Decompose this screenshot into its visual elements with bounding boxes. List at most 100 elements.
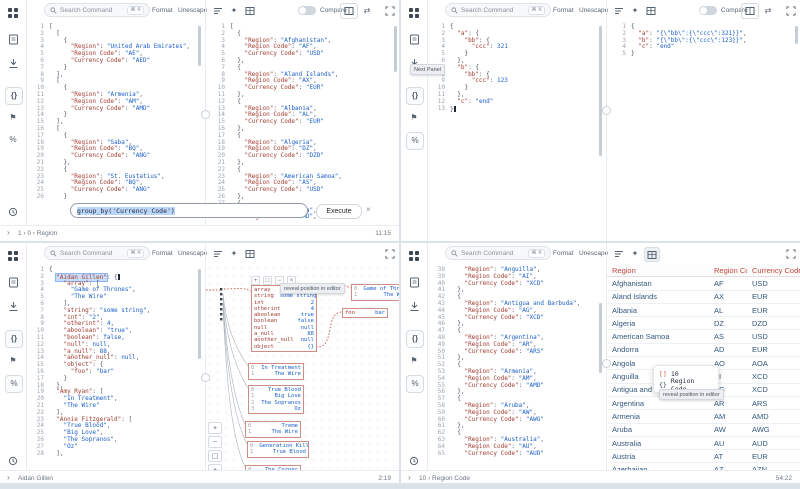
breadcrumb[interactable]: Aidan Gillen — [18, 475, 53, 482]
pane-resize-handle[interactable] — [201, 373, 210, 382]
swap-panes-icon[interactable]: ⇄ — [360, 4, 374, 17]
sparkles-icon[interactable]: ✦ — [227, 247, 241, 260]
document-icon[interactable] — [406, 274, 422, 290]
editor-left[interactable]: 1[2 [3 {4 "Region": "United Arab Emirate… — [27, 21, 197, 202]
table-row[interactable]: Algeria DZ DZD — [607, 317, 800, 331]
fullscreen-icon[interactable] — [784, 4, 798, 17]
sort-icon[interactable] — [211, 247, 225, 260]
menu-format[interactable]: Format — [553, 250, 574, 257]
code-line[interactable]: 65 "Currency Code": "AUD" — [431, 450, 598, 458]
sparkles-icon[interactable]: ✦ — [227, 4, 241, 17]
search-command-box[interactable]: Search Command ⌘ K — [44, 246, 150, 260]
scrollbar-thumb[interactable] — [599, 26, 602, 156]
flag-icon[interactable]: ⚑ — [5, 110, 21, 126]
menu-unescape[interactable]: Unescape — [178, 7, 207, 14]
zoom-out-button[interactable]: − — [208, 436, 222, 448]
scrollbar-thumb[interactable] — [198, 26, 201, 66]
compare-toggle[interactable] — [298, 6, 316, 15]
document-icon[interactable] — [5, 274, 21, 290]
execute-button[interactable]: Execute — [316, 204, 362, 219]
breadcrumb-chevron-icon[interactable]: › — [7, 228, 10, 237]
table-row[interactable]: Afghanistan AF USD — [607, 277, 800, 291]
pane-resize-handle[interactable] — [602, 106, 611, 115]
percent-icon[interactable]: % — [5, 132, 21, 148]
breadcrumb[interactable]: 10 › Region Code — [419, 475, 470, 482]
menu-format[interactable]: Format — [152, 250, 173, 257]
search-command-box[interactable]: Search Command ⌘ K — [445, 3, 551, 17]
braces-icon[interactable]: {} — [406, 87, 424, 105]
import-icon[interactable] — [5, 298, 21, 314]
table-view-icon[interactable] — [243, 247, 257, 260]
jq-command-input[interactable]: group_by('Currency Code') — [70, 203, 308, 218]
editor-left[interactable]: 1{2 "a": {3 "bb": {4 "ccc": 3215 }6 },7 … — [428, 21, 598, 236]
history-clock-icon[interactable] — [5, 204, 21, 220]
menu-unescape[interactable]: Unescape — [178, 250, 207, 257]
breadcrumb[interactable]: 1 › 0 › Region — [18, 230, 57, 237]
split-columns-button[interactable] — [741, 3, 759, 19]
code-line[interactable]: 5} — [612, 50, 793, 58]
menu-format[interactable]: Format — [553, 7, 574, 14]
graph-node-aidan-gillen[interactable]: array string some string int 2 otherint 4 abool… — [251, 285, 317, 352]
graph-node-alexander[interactable]: 0 Generation Kill 1 True Blood — [247, 441, 309, 458]
code-line[interactable]: 1{ — [30, 266, 197, 274]
table-row[interactable]: Australia AU AUD — [607, 437, 800, 451]
flag-icon[interactable]: ⚑ — [406, 353, 422, 369]
braces-icon[interactable]: {} — [5, 330, 23, 348]
pane-resize-handle[interactable] — [602, 359, 611, 368]
table-row[interactable]: Albania AL EUR — [607, 304, 800, 318]
code-line[interactable]: 13} — [431, 105, 598, 112]
import-icon[interactable] — [5, 55, 21, 71]
graph-node-annie-fitzgerald[interactable]: 0 True Blood 1 Big Love 2 The Sopranos 3 Oz — [248, 385, 304, 415]
search-command-box[interactable]: Search Command ⌘ K — [44, 3, 150, 17]
close-command-icon[interactable]: × — [366, 205, 371, 214]
breadcrumb-chevron-icon[interactable]: › — [408, 473, 411, 482]
fullscreen-icon[interactable] — [383, 4, 397, 17]
graph-node-anwan-glover[interactable]: 0 Treme 1 The Wire — [245, 421, 301, 438]
document-icon[interactable] — [406, 31, 422, 47]
percent-icon[interactable]: % — [5, 375, 23, 393]
graph-node-array[interactable]: 0Game of Thrones1The Wire — [351, 284, 399, 301]
code-line[interactable]: 4 "c": "end" — [612, 43, 793, 51]
fullscreen-icon[interactable] — [383, 247, 397, 260]
table-header-row[interactable]: RegionRegion CodeCurrency Code — [607, 264, 800, 278]
history-clock-icon[interactable] — [5, 453, 21, 469]
code-line[interactable]: 28 ], — [30, 450, 197, 458]
table-row[interactable]: American Samoa AS USD — [607, 330, 800, 344]
sparkles-icon[interactable]: ✦ — [628, 4, 642, 17]
percent-icon[interactable]: % — [406, 132, 424, 150]
split-columns-button[interactable] — [340, 3, 358, 19]
code-line[interactable]: 12 "c": "end" — [431, 98, 598, 106]
table-row[interactable]: Aland Islands AX EUR — [607, 291, 800, 304]
sort-icon[interactable] — [211, 4, 225, 17]
braces-icon[interactable]: {} — [5, 87, 23, 105]
scrollbar-thumb[interactable] — [394, 26, 397, 72]
graph-node-object[interactable]: foo bar — [342, 308, 388, 319]
search-command-box[interactable]: Search Command ⌘ K — [445, 246, 551, 260]
editor-left[interactable]: 38 "Region": "Anguilla", 39 "Region Code"… — [428, 264, 598, 470]
braces-icon[interactable]: {} — [406, 330, 424, 348]
sort-icon[interactable] — [612, 4, 626, 17]
menu-unescape[interactable]: Unescape — [579, 7, 608, 14]
table-row[interactable]: Armenia AM AMD — [607, 410, 800, 424]
fullscreen-icon[interactable] — [784, 247, 798, 260]
breadcrumb-chevron-icon[interactable]: › — [7, 473, 10, 482]
editor-left[interactable]: 1{2 "Aidan Gillen": {3 "array": [4 "Game… — [27, 264, 197, 470]
import-icon[interactable] — [406, 298, 422, 314]
scrollbar-thumb[interactable] — [795, 26, 798, 44]
swap-panes-icon[interactable]: ⇄ — [761, 4, 775, 17]
document-icon[interactable] — [5, 31, 21, 47]
history-clock-icon[interactable] — [406, 453, 422, 469]
table-view-icon[interactable] — [644, 4, 658, 17]
flag-icon[interactable]: ⚑ — [5, 353, 21, 369]
table-row[interactable]: Aruba AW AWG — [607, 424, 800, 437]
scrollbar-thumb[interactable] — [198, 269, 201, 359]
compare-toggle[interactable] — [699, 6, 717, 15]
table-view-icon[interactable] — [644, 247, 660, 262]
editor-right[interactable]: 1[2 {3 "Region": "Afghanistan", 4 "Region… — [208, 21, 392, 223]
pane-resize-handle[interactable] — [201, 110, 210, 119]
editor-right[interactable]: 1{2 "a": "{\"bb\":{\"ccc\":321}}", 3 "b":… — [609, 21, 793, 236]
menu-format[interactable]: Format — [152, 7, 173, 14]
table-view-icon[interactable] — [243, 4, 257, 17]
flag-icon[interactable]: ⚑ — [406, 110, 422, 126]
menu-unescape[interactable]: Unescape — [579, 250, 608, 257]
